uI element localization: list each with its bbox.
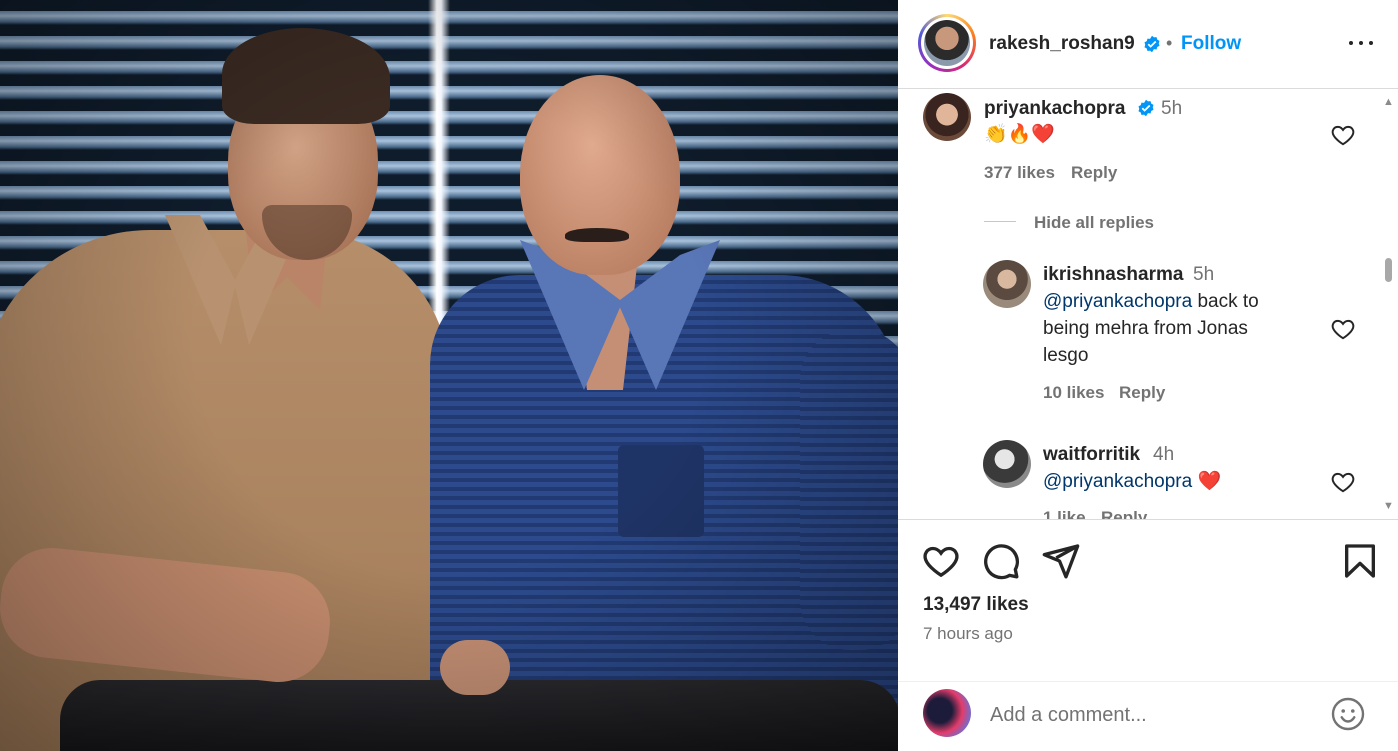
reply-text-line2: being mehra from Jonas xyxy=(1043,318,1248,339)
scrollbar-thumb[interactable] xyxy=(1385,258,1392,282)
like-comment-heart-icon[interactable] xyxy=(1330,122,1356,148)
like-reply-heart-icon[interactable] xyxy=(1330,316,1356,342)
post-actions: 13,497 likes 7 hours ago xyxy=(898,521,1398,681)
reply-likes[interactable]: 1 like xyxy=(1043,508,1086,519)
share-icon[interactable] xyxy=(1041,541,1081,581)
add-comment-input[interactable] xyxy=(990,700,1310,730)
reply-text-body: ❤️ xyxy=(1192,471,1222,492)
heart-icon[interactable] xyxy=(921,541,961,581)
post-likes-count[interactable]: 13,497 likes xyxy=(923,594,1029,616)
separator-dot: • xyxy=(1166,33,1173,53)
reply-avatar[interactable] xyxy=(983,440,1031,488)
reply-text-line1: back to xyxy=(1192,291,1259,312)
current-user-avatar xyxy=(923,689,971,737)
commenter-avatar[interactable] xyxy=(923,93,971,141)
comment-text: 👏🔥❤️ xyxy=(984,124,1055,145)
reply-time: 5h xyxy=(1193,264,1215,285)
comments-list[interactable]: priyankachopra 5h 👏🔥❤️ 377 likes Reply H… xyxy=(898,90,1398,520)
comment-likes[interactable]: 377 likes xyxy=(984,163,1055,183)
mention-link[interactable]: @priyankachopra xyxy=(1043,471,1192,492)
post-timestamp: 7 hours ago xyxy=(923,624,1013,643)
comment-icon[interactable] xyxy=(981,541,1021,581)
reply-likes[interactable]: 10 likes xyxy=(1043,383,1104,403)
reply-username[interactable]: waitforritik xyxy=(1043,444,1140,466)
comment-time: 5h xyxy=(1161,98,1183,119)
scroll-down-arrow-icon[interactable]: ▼ xyxy=(1383,500,1394,512)
reply-text: @priyankachopra back to being mehra from… xyxy=(1043,288,1333,369)
reply-text-line3: lesgo xyxy=(1043,345,1089,366)
replies-divider-line xyxy=(984,221,1016,222)
post-header: rakesh_roshan9 • Follow xyxy=(898,0,1398,89)
verified-badge-icon xyxy=(1138,99,1154,117)
mention-link[interactable]: @priyankachopra xyxy=(1043,291,1192,312)
more-options-icon[interactable] xyxy=(1346,28,1376,58)
reply-text: @priyankachopra ❤️ xyxy=(1043,468,1221,495)
verified-badge-icon xyxy=(1144,35,1160,53)
post-image[interactable] xyxy=(0,0,898,751)
reply-avatar[interactable] xyxy=(983,260,1031,308)
post-side-panel: rakesh_roshan9 • Follow priyankachopra 5… xyxy=(898,0,1398,751)
author-username[interactable]: rakesh_roshan9 xyxy=(989,33,1135,55)
author-avatar[interactable] xyxy=(918,14,976,72)
reply-button[interactable]: Reply xyxy=(1119,383,1165,403)
reply-button[interactable]: Reply xyxy=(1101,508,1147,519)
image-vignette xyxy=(0,0,898,751)
follow-button[interactable]: Follow xyxy=(1181,33,1241,55)
scroll-up-arrow-icon[interactable]: ▲ xyxy=(1383,96,1394,108)
add-comment-bar xyxy=(898,681,1398,751)
like-reply-heart-icon[interactable] xyxy=(1330,469,1356,495)
emoji-icon[interactable] xyxy=(1330,696,1366,732)
comment-username[interactable]: priyankachopra xyxy=(984,98,1126,120)
reply-button[interactable]: Reply xyxy=(1071,163,1117,183)
reply-username[interactable]: ikrishnasharma xyxy=(1043,264,1183,286)
bookmark-icon[interactable] xyxy=(1340,541,1380,581)
hide-replies-button[interactable]: Hide all replies xyxy=(1034,213,1154,233)
comments-scrollbar[interactable]: ▲ ▼ xyxy=(1380,90,1396,519)
reply-time: 4h xyxy=(1153,444,1175,465)
